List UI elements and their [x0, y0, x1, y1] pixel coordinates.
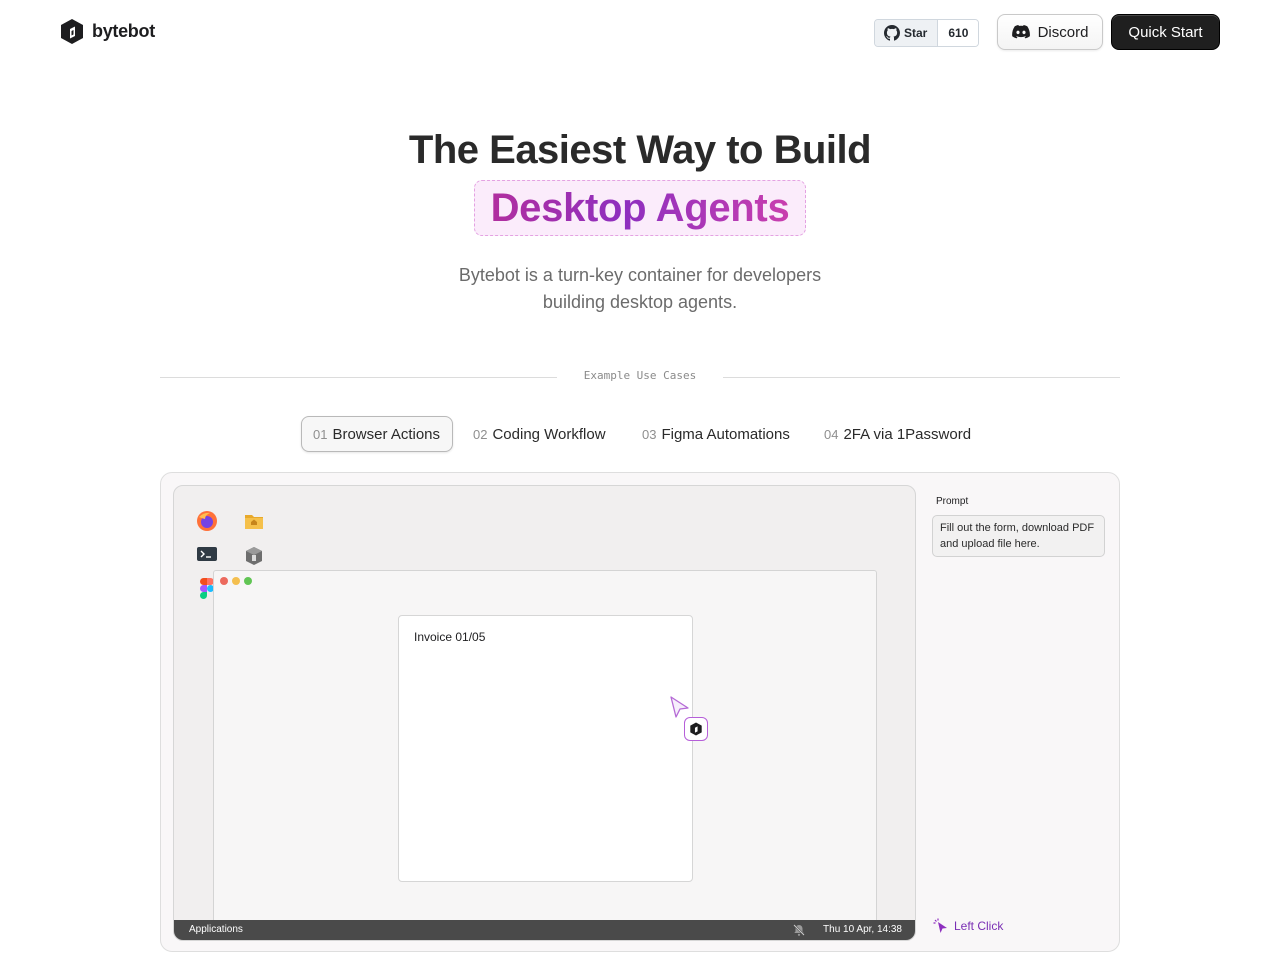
tab-number: 01 [313, 426, 328, 442]
notifications-muted-icon[interactable] [792, 923, 806, 937]
github-star-button[interactable]: Star 610 [874, 19, 980, 47]
applications-menu[interactable]: Applications [189, 924, 243, 935]
window-close-button[interactable] [220, 577, 228, 585]
prompt-label: Prompt [936, 496, 969, 507]
github-star-count: 610 [938, 20, 979, 46]
tab-label: Figma Automations [661, 425, 790, 443]
hero-title: The Easiest Way to Build [408, 128, 872, 172]
firefox-icon[interactable] [196, 510, 218, 532]
hero-highlight-text: Desktop Agents [490, 185, 790, 230]
tab-label: Browser Actions [332, 425, 441, 443]
divider-left [160, 377, 557, 378]
folder-icon[interactable] [243, 510, 265, 532]
discord-label: Discord [1037, 23, 1089, 41]
quick-start-label: Quick Start [1128, 23, 1203, 41]
tab-number: 03 [642, 426, 657, 442]
github-star-label: Star [904, 26, 928, 40]
tab-number: 02 [473, 426, 488, 442]
github-icon [884, 25, 900, 41]
divider-right [723, 377, 1120, 378]
virtual-desktop: Invoice 01/05 Applications Thu 10 Apr, 1… [173, 485, 916, 941]
action-indicator: Left Click [933, 918, 1003, 934]
window-minimize-button[interactable] [232, 577, 240, 585]
invoice-form[interactable]: Invoice 01/05 [398, 615, 693, 882]
window-maximize-button[interactable] [244, 577, 252, 585]
use-case-tabs: 01 Browser Actions 02 Coding Workflow 03… [0, 416, 1280, 452]
cursor-icon [670, 696, 689, 718]
demo-frame: Invoice 01/05 Applications Thu 10 Apr, 1… [160, 472, 1120, 952]
tab-number: 04 [824, 426, 839, 442]
invoice-title: Invoice 01/05 [414, 630, 486, 644]
bytebot-logo-icon [61, 19, 83, 44]
tab-browser-actions[interactable]: 01 Browser Actions [301, 416, 453, 452]
logo-text: bytebot [92, 21, 155, 41]
hero-subtitle: Bytebot is a turn-key container for deve… [458, 265, 822, 312]
tab-coding-workflow[interactable]: 02 Coding Workflow [473, 416, 606, 452]
prompt-text: Fill out the form, download PDF and uplo… [932, 515, 1105, 557]
tab-label: 2FA via 1Password [843, 425, 972, 443]
discord-icon [1011, 25, 1030, 39]
discord-button[interactable]: Discord [997, 14, 1103, 50]
quick-start-button[interactable]: Quick Start [1111, 14, 1220, 50]
section-label: Example Use Cases [583, 369, 697, 382]
tab-figma-automations[interactable]: 03 Figma Automations [642, 416, 790, 452]
click-cursor-icon [933, 918, 947, 933]
bytebot-agent-icon [690, 722, 702, 736]
archive-icon[interactable] [243, 545, 265, 567]
agent-badge [684, 717, 708, 741]
tab-label: Coding Workflow [492, 425, 606, 443]
hero-highlight: Desktop Agents [474, 180, 806, 236]
tab-2fa-1password[interactable]: 04 2FA via 1Password [824, 416, 971, 452]
taskbar: Applications Thu 10 Apr, 14:38 [174, 920, 915, 940]
terminal-icon[interactable] [196, 543, 218, 565]
taskbar-clock: Thu 10 Apr, 14:38 [823, 924, 902, 935]
action-label: Left Click [954, 919, 1004, 933]
bytebot-logo[interactable]: bytebot [60, 18, 155, 45]
browser-window: Invoice 01/05 [213, 570, 877, 930]
